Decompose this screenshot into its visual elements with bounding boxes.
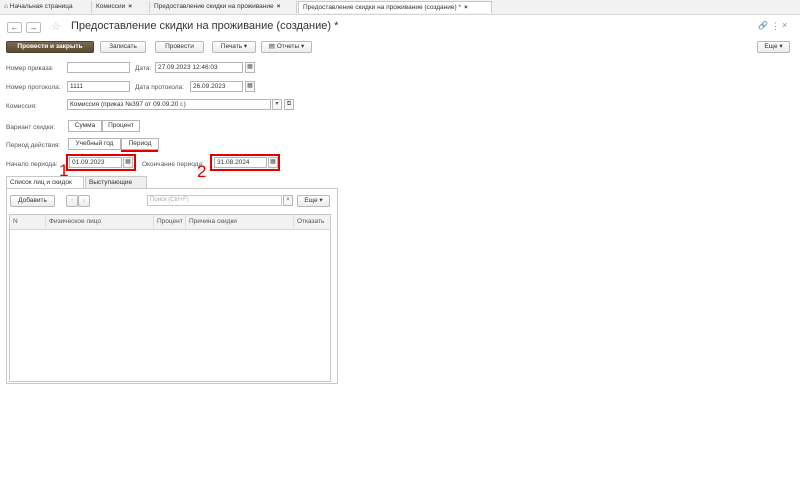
action-period-label: Период действия: xyxy=(6,142,61,149)
tab-label: Комиссии xyxy=(96,3,126,10)
commission-input[interactable]: Комиссия (приказ №397 от 09.09.20 г.) xyxy=(67,99,271,110)
list-more-button[interactable]: Еще ▾ xyxy=(297,195,330,207)
annotation-2: 2 xyxy=(197,162,207,181)
link-icon[interactable]: 🔗 xyxy=(758,21,768,30)
order-number-label: Номер приказа: xyxy=(6,65,54,72)
column-person[interactable]: Физическое лицо xyxy=(46,215,154,229)
date-label: Дата: xyxy=(135,65,152,72)
add-button[interactable]: Добавить xyxy=(10,195,55,207)
more-button[interactable]: Еще ▾ xyxy=(757,41,790,53)
search-input[interactable]: Поиск (Ctrl+F) xyxy=(147,195,282,206)
save-button[interactable]: Записать xyxy=(100,41,146,53)
arrow-up-icon: ↑ xyxy=(70,197,74,204)
chevron-down-icon[interactable]: ▾ xyxy=(272,99,282,110)
tab-bar: ⌂ Начальная страница Комиссии × Предостав… xyxy=(0,0,800,15)
protocol-date-label: Дата протокола: xyxy=(135,84,184,91)
clear-search-icon[interactable]: × xyxy=(283,195,293,206)
calendar-icon[interactable]: ▦ xyxy=(245,62,255,73)
close-icon[interactable]: × xyxy=(128,3,132,10)
reports-label: Отчеты ▾ xyxy=(276,43,305,50)
arrow-left-icon: ← xyxy=(10,23,19,32)
move-down-button[interactable]: ↓ xyxy=(78,195,90,207)
calendar-icon[interactable]: ▦ xyxy=(245,81,255,92)
column-refuse[interactable]: Отказать xyxy=(294,215,331,229)
protocol-number-label: Номер протокола: xyxy=(6,84,61,91)
commission-label: Комиссия: xyxy=(6,103,37,110)
home-icon: ⌂ xyxy=(4,3,8,10)
page-title: Предоставление скидки на проживание (соз… xyxy=(71,20,339,32)
post-and-close-button[interactable]: Провести и закрыть xyxy=(6,41,94,53)
tab-label: Начальная страница xyxy=(9,3,73,10)
column-reason[interactable]: Причина скидки xyxy=(186,215,294,229)
move-up-button[interactable]: ↑ xyxy=(66,195,78,207)
forward-button[interactable]: → xyxy=(26,22,41,33)
more-vertical-icon[interactable]: ⋮ xyxy=(771,21,780,32)
close-icon[interactable]: × xyxy=(782,20,787,30)
star-icon[interactable]: ☆ xyxy=(51,20,61,33)
tab-discount-list[interactable]: Предоставление скидки на проживание × xyxy=(150,1,297,13)
red-highlight-box-1 xyxy=(66,154,136,171)
arrow-right-icon: → xyxy=(29,23,38,32)
order-number-input[interactable] xyxy=(67,62,130,73)
red-underline xyxy=(121,150,158,152)
tab-home[interactable]: ⌂ Начальная страница xyxy=(0,1,92,13)
tab-label: Предоставление скидки на проживание xyxy=(154,3,274,10)
tab-label: Предоставление скидки на проживание (соз… xyxy=(303,4,461,11)
protocol-number-input[interactable]: 1111 xyxy=(67,81,130,92)
red-highlight-box-2 xyxy=(210,154,280,171)
close-icon[interactable]: × xyxy=(277,3,281,10)
table-header: N Физическое лицо Процент Причина скидки… xyxy=(10,215,330,230)
tab-commissions[interactable]: Комиссии × xyxy=(92,1,150,13)
column-percent[interactable]: Процент xyxy=(154,215,186,229)
close-icon[interactable]: × xyxy=(464,4,468,11)
tab-discount-create[interactable]: Предоставление скидки на проживание (соз… xyxy=(298,1,492,13)
period-end-label: Окончание периода: xyxy=(142,161,204,168)
back-button[interactable]: ← xyxy=(7,22,22,33)
print-button[interactable]: Печать ▾ xyxy=(212,41,256,53)
protocol-date-input[interactable]: 26.09.2023 xyxy=(190,81,243,92)
reports-button[interactable]: ▤ Отчеты ▾ xyxy=(261,41,312,53)
arrow-down-icon: ↓ xyxy=(82,197,86,204)
variant-percent-button[interactable]: Процент xyxy=(102,120,140,132)
report-icon: ▤ xyxy=(268,43,277,50)
period-start-label: Начало периода: xyxy=(6,161,58,168)
post-button[interactable]: Провести xyxy=(155,41,204,53)
column-number[interactable]: N xyxy=(10,215,46,229)
variant-sum-button[interactable]: Сумма xyxy=(68,120,102,132)
period-academic-year-button[interactable]: Учебный год xyxy=(68,138,121,150)
discount-variant-label: Вариант скидки: xyxy=(6,124,55,131)
open-icon[interactable]: ⧉ xyxy=(284,99,294,110)
period-custom-button[interactable]: Период xyxy=(121,138,159,150)
persons-table: N Физическое лицо Процент Причина скидки… xyxy=(9,214,331,382)
date-input[interactable]: 27.09.2023 12:46:03 xyxy=(155,62,243,73)
